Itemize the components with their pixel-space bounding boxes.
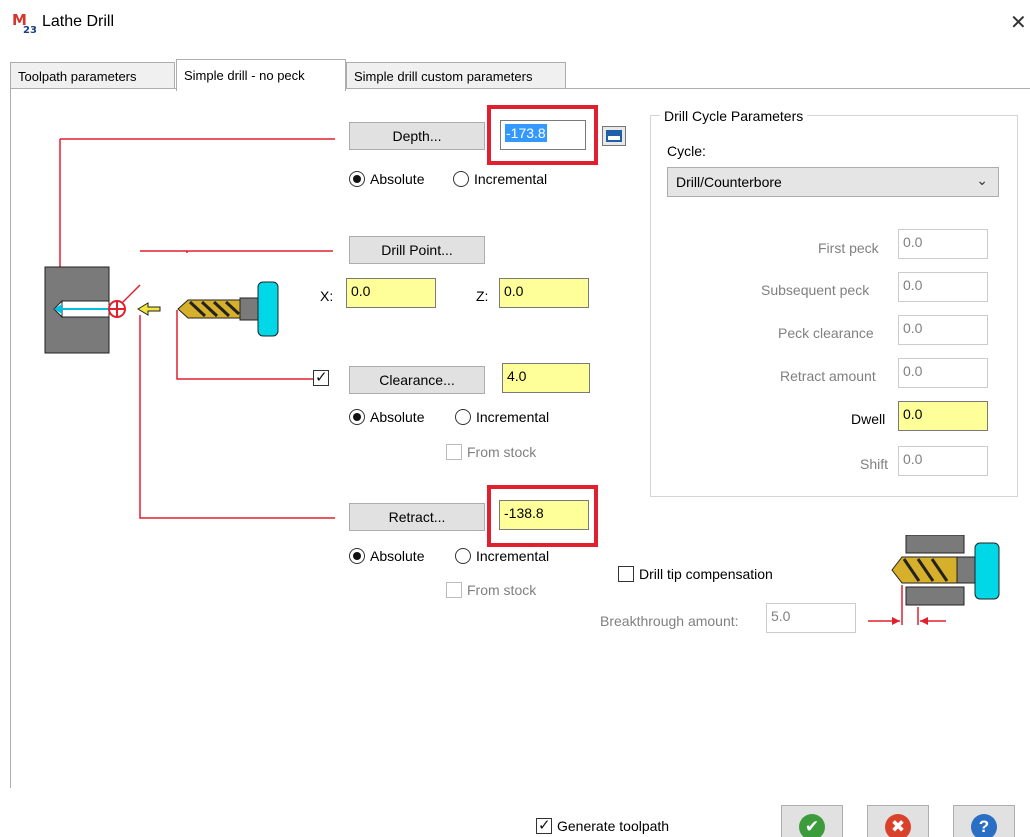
first-peck-label: First peck [818,240,879,256]
title-bar: M 23 Lathe Drill ✕ [0,0,1030,50]
breakthrough-input[interactable]: 5.0 [766,603,856,633]
retract-absolute-radio[interactable]: Absolute [349,548,424,564]
tab-strip: Toolpath parameters Simple drill - no pe… [10,59,1030,91]
radio-dot [455,548,471,564]
drill-point-button[interactable]: Drill Point... [349,236,485,264]
shift-input[interactable]: 0.0 [898,446,988,476]
first-peck-input[interactable]: 0.0 [898,229,988,259]
dwell-label: Dwell [851,411,886,427]
radio-dot [453,171,469,187]
drill-tip-compensation-checkbox[interactable]: Drill tip compensation [618,566,773,582]
retract-incremental-radio[interactable]: Incremental [455,548,549,564]
cancel-button[interactable]: ✖ [867,805,929,837]
retract-button[interactable]: Retract... [349,503,485,531]
help-icon: ? [971,814,997,837]
x-input[interactable]: 0.0 [346,278,436,308]
help-button[interactable]: ? [953,805,1015,837]
ok-button[interactable]: ✔ [781,805,843,837]
depth-incremental-radio[interactable]: Incremental [453,171,547,187]
checkbox-label: From stock [467,582,537,598]
checkbox-box [313,368,329,386]
drill-diagram [44,138,335,519]
depth-absolute-radio[interactable]: Absolute [349,171,424,187]
peck-clearance-label: Peck clearance [778,325,874,341]
tab-simple-drill-no-peck[interactable]: Simple drill - no peck [176,59,346,91]
x-label: X: [320,288,334,304]
z-label: Z: [476,288,489,304]
radio-label: Absolute [370,548,425,564]
breakthrough-diagram [868,535,1000,625]
drill-cycle-group-title: Drill Cycle Parameters [660,108,808,124]
cycle-label: Cycle: [667,143,706,159]
retract-from-stock-checkbox[interactable]: From stock [446,582,536,598]
depth-button[interactable]: Depth... [349,122,485,150]
tab-toolpath-parameters[interactable]: Toolpath parameters [10,62,175,90]
checkbox-label: From stock [467,444,537,460]
retract-amount-label: Retract amount [780,368,876,384]
radio-dot [455,409,471,425]
clearance-button[interactable]: Clearance... [349,366,485,394]
radio-dot [349,409,365,425]
cancel-icon: ✖ [885,814,911,837]
close-icon[interactable]: ✕ [1010,10,1027,35]
checkbox-box [446,444,462,460]
cycle-select[interactable]: Drill/Counterbore ⌄ [667,167,999,197]
clearance-enable-checkbox[interactable] [313,368,334,386]
subsequent-peck-input[interactable]: 0.0 [898,272,988,302]
cycle-select-value: Drill/Counterbore [676,174,782,190]
dwell-input[interactable]: 0.0 [898,401,988,431]
checkbox-box [618,566,634,582]
tab-simple-drill-custom[interactable]: Simple drill custom parameters [346,62,566,90]
radio-label: Incremental [474,171,548,187]
checkbox-label: Drill tip compensation [639,566,773,582]
breakthrough-label: Breakthrough amount: [600,613,739,629]
checkmark-icon: ✔ [799,814,825,837]
svg-text:23: 23 [23,25,36,35]
generate-toolpath-checkbox[interactable]: Generate toolpath [536,816,670,834]
radio-label: Incremental [476,548,550,564]
clearance-from-stock-checkbox[interactable]: From stock [446,444,536,460]
clearance-input[interactable]: 4.0 [502,363,590,393]
radio-label: Absolute [370,171,425,187]
subsequent-peck-label: Subsequent peck [761,282,870,298]
app-logo-icon: M 23 [12,11,36,35]
checkbox-label: Generate toolpath [557,818,670,834]
radio-dot [349,171,365,187]
checkbox-box [536,816,552,834]
calculator-icon[interactable] [602,126,626,146]
peck-clearance-input[interactable]: 0.0 [898,315,988,345]
window-title: Lathe Drill [42,13,115,30]
radio-dot [349,548,365,564]
z-input[interactable]: 0.0 [499,278,589,308]
chevron-down-icon: ⌄ [976,172,988,188]
shift-label: Shift [860,456,889,472]
retract-amount-input[interactable]: 0.0 [898,358,988,388]
depth-highlight-box [487,105,598,165]
checkbox-box [446,582,462,598]
retract-highlight-box [487,485,598,547]
radio-label: Absolute [370,409,425,425]
clearance-incremental-radio[interactable]: Incremental [455,409,549,425]
clearance-absolute-radio[interactable]: Absolute [349,409,424,425]
radio-label: Incremental [476,409,550,425]
